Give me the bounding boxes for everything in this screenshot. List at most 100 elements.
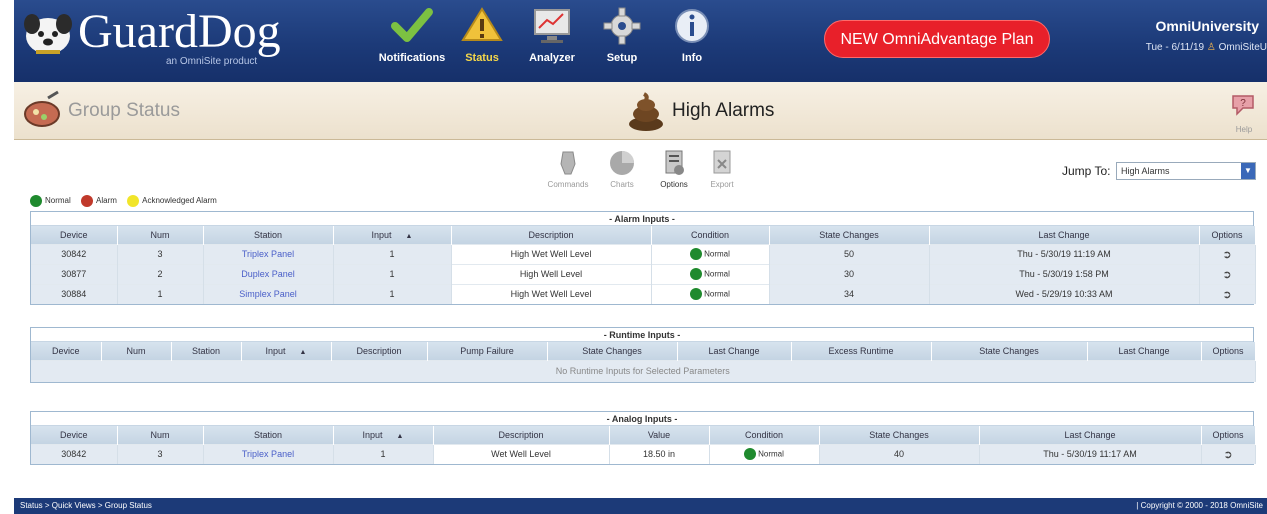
col-header[interactable]: Device xyxy=(31,226,118,244)
jump-to-value: High Alarms xyxy=(1121,166,1170,176)
options-arrow-icon[interactable]: ➲ xyxy=(1199,263,1256,284)
help-button[interactable]: ? Help xyxy=(1226,90,1262,134)
cell-device: 30842 xyxy=(31,443,118,464)
station-link[interactable]: Duplex Panel xyxy=(203,263,334,284)
user-icon: ♙ xyxy=(1206,42,1219,53)
cell-input: 1 xyxy=(333,243,452,264)
col-header[interactable]: Description xyxy=(433,426,610,444)
cell-input: 1 xyxy=(333,263,452,284)
station-link[interactable]: Triplex Panel xyxy=(203,243,334,264)
station-link[interactable]: Simplex Panel xyxy=(203,283,334,304)
col-header-input[interactable]: Input ▲ xyxy=(333,226,452,244)
col-header[interactable]: Description xyxy=(451,226,652,244)
col-header[interactable]: Excess Runtime xyxy=(791,342,932,360)
col-header[interactable]: Station xyxy=(203,426,334,444)
nav-notifications[interactable]: Notifications xyxy=(377,6,447,70)
runtime-inputs-panel: - Runtime Inputs - Device Num Station In… xyxy=(30,327,1256,383)
cell-state-changes: 30 xyxy=(769,263,930,284)
charts-button[interactable]: Charts xyxy=(592,148,652,194)
normal-dot-icon xyxy=(744,448,757,461)
col-header[interactable]: Last Change xyxy=(929,226,1200,244)
col-header[interactable]: Num xyxy=(101,342,172,360)
options-arrow-icon[interactable]: ➲ xyxy=(1199,243,1256,264)
col-header[interactable]: Condition xyxy=(709,426,820,444)
cell-description: High Well Level xyxy=(451,263,652,284)
help-label: Help xyxy=(1235,125,1253,134)
cell-description: High Wet Well Level xyxy=(451,283,652,304)
col-header[interactable]: Device xyxy=(31,426,118,444)
organization-name[interactable]: OmniUniversity xyxy=(1094,18,1267,34)
current-date: Tue - 6/11/19 xyxy=(1145,42,1205,53)
col-header-input[interactable]: Input ▲ xyxy=(241,342,332,360)
options-arrow-icon[interactable]: ➲ xyxy=(1199,283,1256,304)
nav-info[interactable]: Info xyxy=(657,6,727,70)
breadcrumb[interactable]: Status > Quick Views > Group Status xyxy=(20,501,152,510)
nav-status[interactable]: Status xyxy=(447,6,517,70)
col-header[interactable]: State Changes xyxy=(819,426,980,444)
col-header[interactable]: Value xyxy=(609,426,710,444)
col-header[interactable]: Description xyxy=(331,342,428,360)
status-legend: Normal Alarm Acknowledged Alarm xyxy=(30,195,225,211)
analog-inputs-table: Device Num Station Input ▲ Description Va… xyxy=(31,426,1256,464)
cell-state-changes: 50 xyxy=(769,243,930,264)
col-header[interactable]: State Changes xyxy=(931,342,1088,360)
export-button[interactable]: Export xyxy=(692,148,752,194)
user-name[interactable]: OmniSiteU xyxy=(1219,42,1267,53)
empty-message: No Runtime Inputs for Selected Parameter… xyxy=(31,359,1256,382)
cell-input: 1 xyxy=(333,283,452,304)
sort-arrow-icon: ▲ xyxy=(405,232,413,240)
analyzer-monitor-icon xyxy=(534,9,570,43)
commands-button[interactable]: Commands xyxy=(538,148,598,194)
ack-dot-icon xyxy=(127,195,140,207)
condition-label: Normal xyxy=(758,449,784,459)
pie-chart-icon xyxy=(610,151,634,175)
nav-analyzer[interactable]: Analyzer xyxy=(517,6,587,70)
normal-dot-icon xyxy=(30,195,42,207)
col-header[interactable]: Station xyxy=(203,226,334,244)
cell-num: 3 xyxy=(117,443,204,464)
help-icon: ? xyxy=(1232,95,1254,116)
tool-label: Export xyxy=(710,180,734,189)
logo-subtitle: an OmniSite product xyxy=(166,56,258,67)
checkmark-icon xyxy=(391,8,433,42)
cell-description: Wet Well Level xyxy=(433,443,610,464)
legend-label: Normal xyxy=(45,196,71,206)
page-title-text: Group Status xyxy=(68,100,180,121)
col-header[interactable]: Last Change xyxy=(979,426,1202,444)
legend-label: Alarm xyxy=(96,196,117,206)
group-status-icon xyxy=(24,90,60,127)
normal-dot-icon xyxy=(690,248,703,260)
col-header[interactable]: Options xyxy=(1199,226,1256,244)
options-icon xyxy=(665,150,684,175)
col-header[interactable]: State Changes xyxy=(769,226,930,244)
col-header[interactable]: Condition xyxy=(651,226,770,244)
col-header[interactable]: Options xyxy=(1201,342,1256,360)
col-header[interactable]: Station xyxy=(171,342,242,360)
station-link[interactable]: Triplex Panel xyxy=(203,443,334,464)
jump-to-select[interactable]: High Alarms ▼ xyxy=(1116,162,1256,180)
col-header[interactable]: Last Change xyxy=(677,342,792,360)
chevron-down-icon[interactable]: ▼ xyxy=(1241,163,1255,179)
col-header[interactable]: Pump Failure xyxy=(427,342,548,360)
runtime-inputs-table: Device Num Station Input ▲ Description Pu… xyxy=(31,342,1256,382)
promo-button[interactable]: NEW OmniAdvantage Plan xyxy=(824,20,1050,58)
legend-label: Acknowledged Alarm xyxy=(142,196,217,206)
col-header[interactable]: Device xyxy=(31,342,102,360)
guarddog-logo[interactable]: GuardDog an OmniSite product xyxy=(20,4,320,74)
options-arrow-icon[interactable]: ➲ xyxy=(1201,443,1256,464)
cell-last-change: Thu - 5/30/19 1:58 PM xyxy=(929,263,1200,284)
col-header[interactable]: Num xyxy=(117,226,204,244)
col-header-input[interactable]: Input ▲ xyxy=(333,426,434,444)
col-header[interactable]: Last Change xyxy=(1087,342,1202,360)
account-box: OmniUniversity Tue - 6/11/19 ♙ OmniSiteU xyxy=(1094,18,1267,68)
condition-label: Normal xyxy=(704,249,730,259)
gear-icon xyxy=(603,7,641,45)
nav-setup[interactable]: Setup xyxy=(587,6,657,70)
runtime-inputs-caption: - Runtime Inputs - xyxy=(31,328,1253,342)
col-header[interactable]: Num xyxy=(117,426,204,444)
empty-row: No Runtime Inputs for Selected Parameter… xyxy=(31,359,1256,382)
table-header-row: Device Num Station Input ▲ Description Va… xyxy=(31,426,1256,444)
condition-label: Normal xyxy=(704,289,730,299)
col-header[interactable]: Options xyxy=(1201,426,1256,444)
col-header[interactable]: State Changes xyxy=(547,342,678,360)
